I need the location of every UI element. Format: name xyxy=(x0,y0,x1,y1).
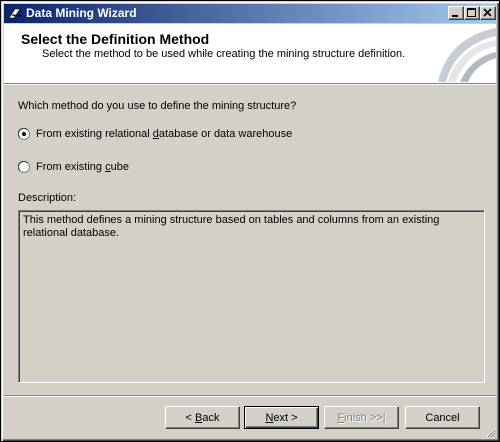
window-title: Data Mining Wizard xyxy=(26,6,137,20)
wizard-window: Data Mining Wizard Select the Definition… xyxy=(0,0,500,442)
minimize-button[interactable] xyxy=(448,6,464,20)
header-banner-graphic xyxy=(438,28,496,82)
description-label: Description: xyxy=(18,192,77,204)
option-relational-label: From existing relational database or dat… xyxy=(36,128,293,140)
wizard-header: Select the Definition Method Select the … xyxy=(4,24,496,83)
back-button[interactable]: < Back xyxy=(165,406,240,429)
resize-grip-icon[interactable] xyxy=(484,426,496,438)
cancel-button[interactable]: Cancel xyxy=(405,406,480,429)
next-button[interactable]: Next > xyxy=(244,406,319,429)
title-bar[interactable]: Data Mining Wizard xyxy=(4,4,496,23)
close-icon xyxy=(483,8,492,17)
header-divider xyxy=(4,83,496,85)
radio-button[interactable] xyxy=(18,161,30,173)
description-text: This method defines a mining structure b… xyxy=(18,210,485,383)
wizard-icon xyxy=(8,8,22,19)
footer-divider xyxy=(4,395,496,397)
option-cube-label: From existing cube xyxy=(36,161,129,173)
maximize-button[interactable] xyxy=(464,6,480,20)
minimize-icon xyxy=(452,15,458,17)
radio-button-selected[interactable] xyxy=(18,128,30,140)
close-button[interactable] xyxy=(480,6,496,20)
page-title: Select the Definition Method xyxy=(21,31,210,47)
maximize-icon xyxy=(467,8,476,17)
page-subtitle: Select the method to be used while creat… xyxy=(42,48,406,60)
method-question: Which method do you use to define the mi… xyxy=(18,100,297,112)
finish-button[interactable]: Finish >>| xyxy=(324,406,399,429)
